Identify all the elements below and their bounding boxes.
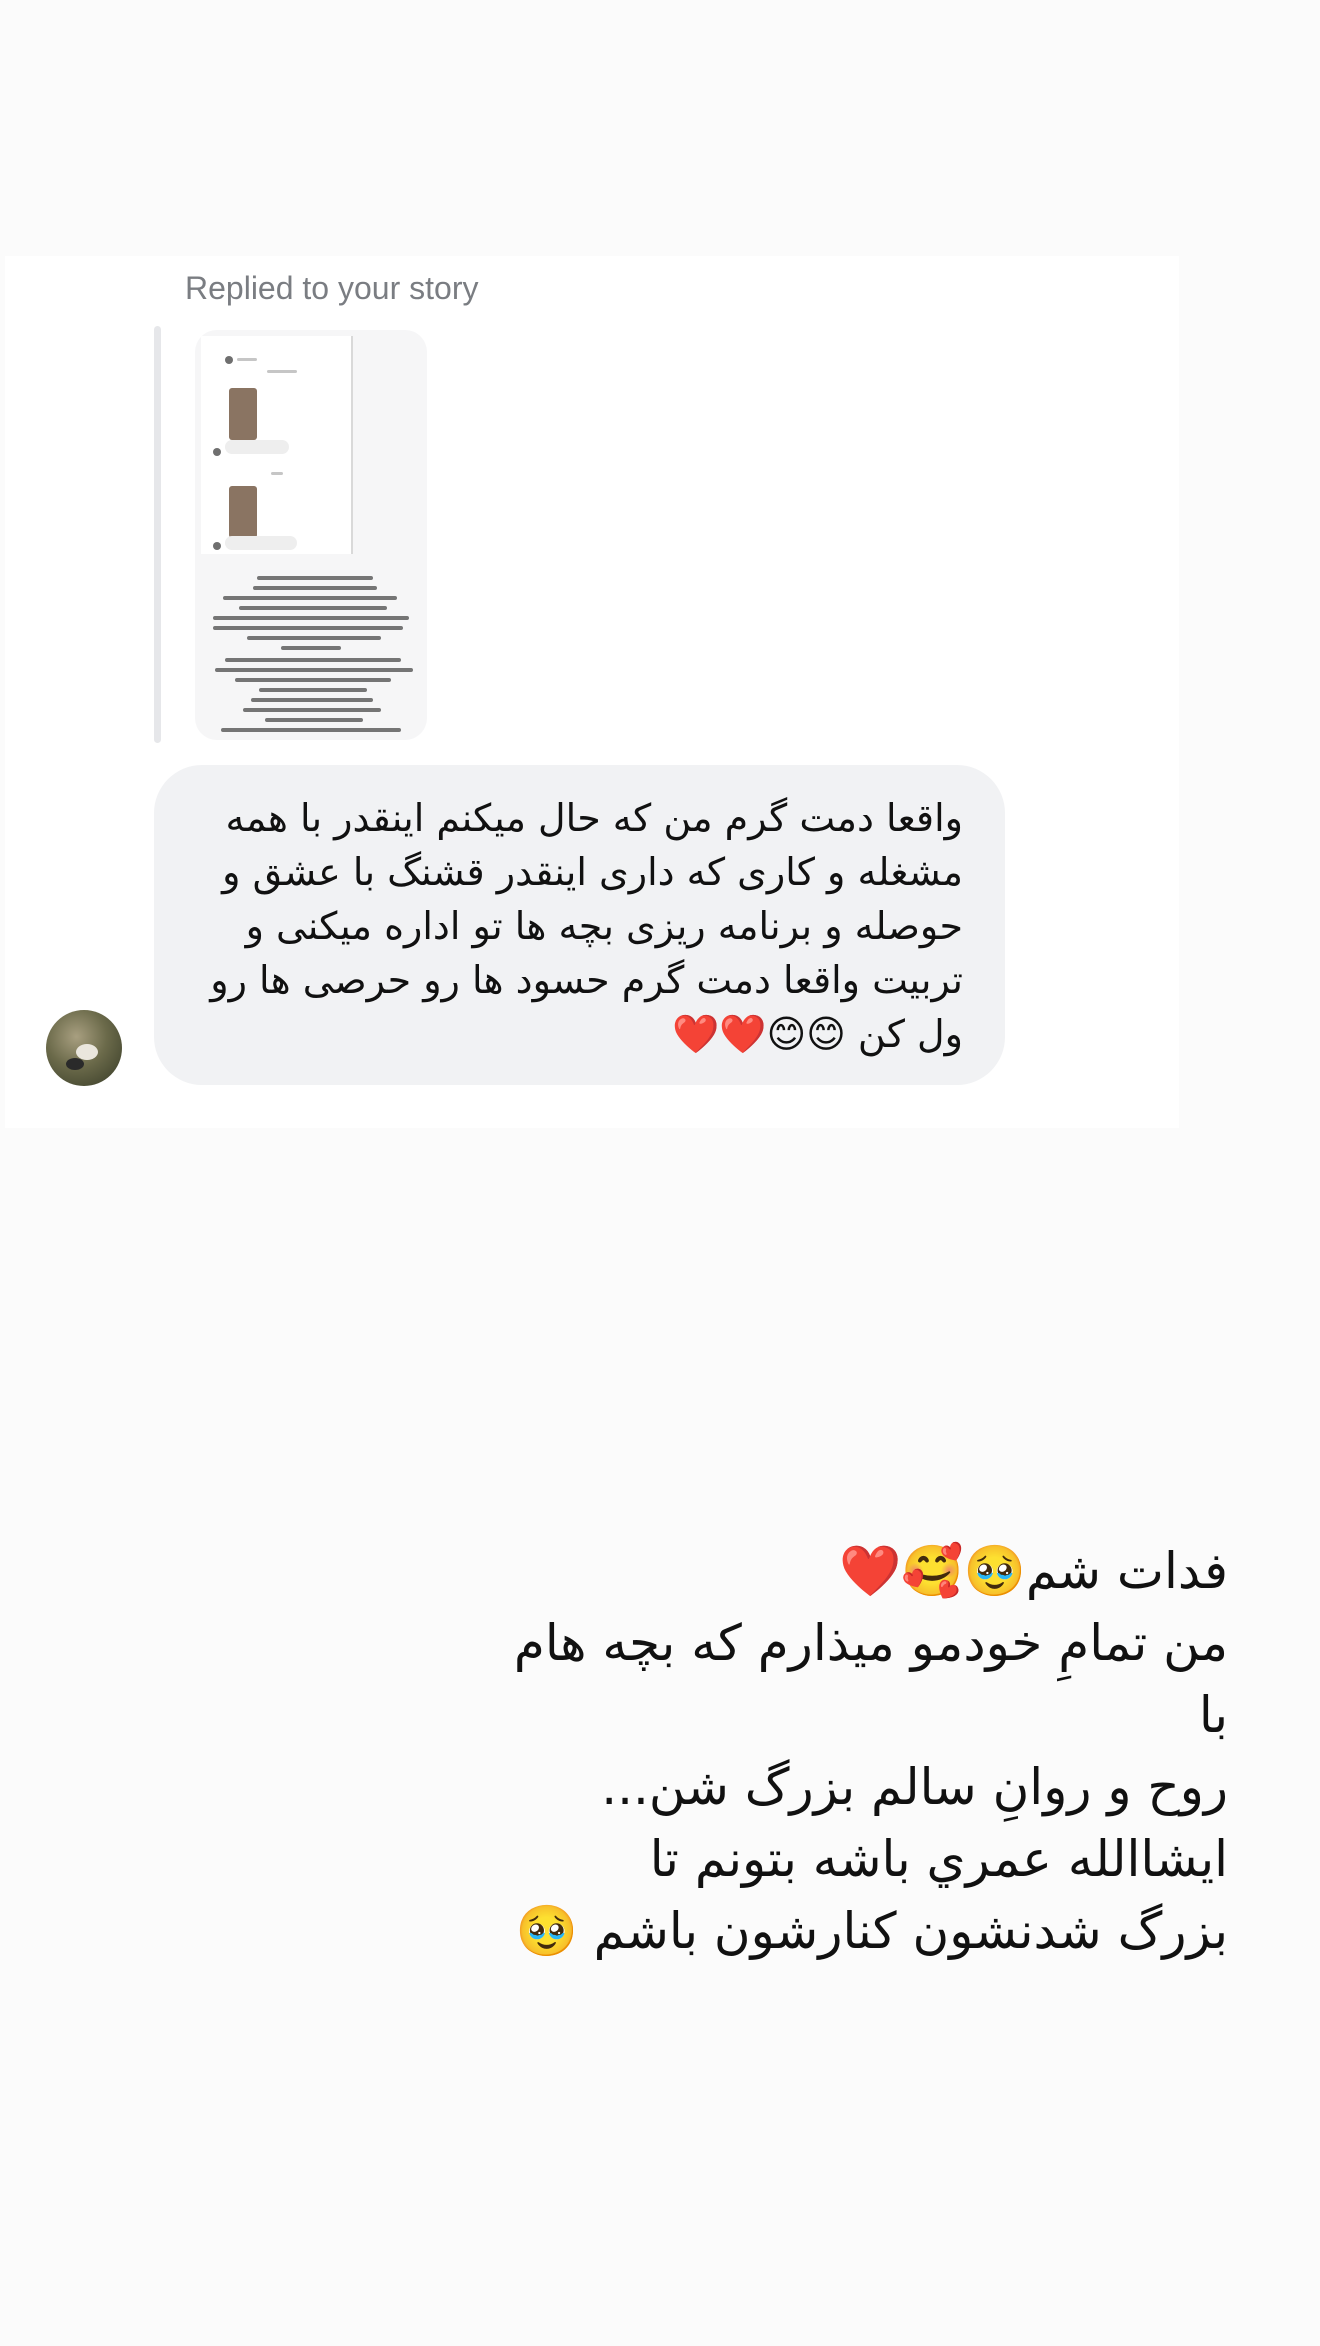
message-bubble[interactable]: واقعا دمت گرم من که حال میکنم اینقدر با … — [154, 765, 1005, 1085]
story-preview-thumbnail[interactable] — [195, 330, 427, 740]
replied-to-story-label: Replied to your story — [185, 270, 479, 306]
caption-text: فدات شم🥹🥰❤️ من تمامِ خودمو میذارم که بچه… — [513, 1542, 1228, 1960]
message-text: واقعا دمت گرم من که حال میکنم اینقدر با … — [210, 796, 963, 1056]
story-screenshot-image — [201, 336, 353, 554]
reply-indicator-bar — [154, 326, 161, 743]
sender-avatar[interactable] — [46, 1010, 122, 1086]
